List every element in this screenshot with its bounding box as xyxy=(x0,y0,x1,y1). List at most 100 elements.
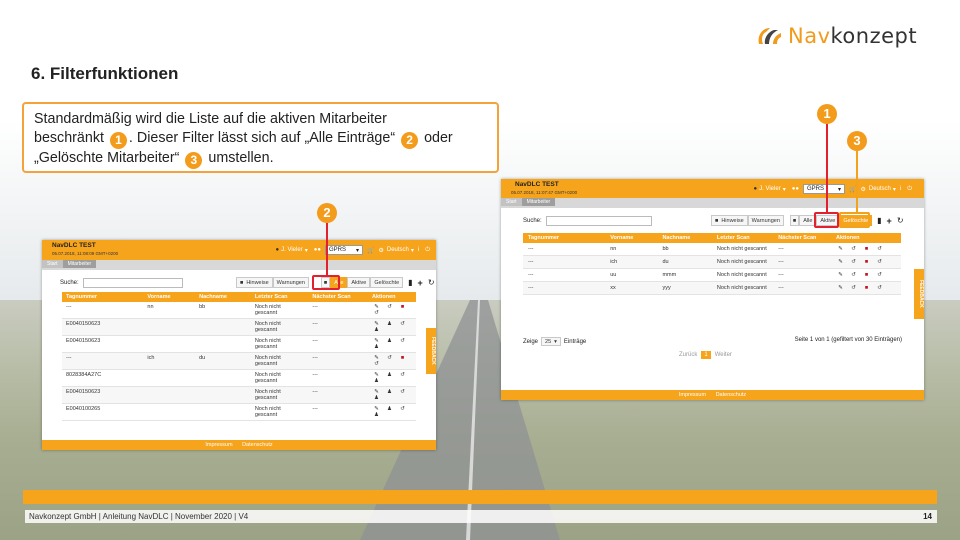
restore-icon[interactable]: ↺ xyxy=(398,338,407,344)
power-icon[interactable]: ⏻ xyxy=(907,186,912,193)
history-icon[interactable]: ↺ xyxy=(875,272,884,278)
user-icon[interactable]: ♟ xyxy=(372,378,381,384)
assign-user-icon[interactable]: ♟ xyxy=(385,406,394,412)
add-icon[interactable]: + xyxy=(887,216,892,226)
warnings-toggle[interactable]: Warnungen xyxy=(747,215,784,226)
footer-datenschutz-link[interactable]: Datenschutz xyxy=(716,392,747,398)
column-header-letzter-scan[interactable]: Letzter Scan xyxy=(711,233,774,243)
language-menu[interactable]: Deutsch xyxy=(387,247,409,253)
reset-icon[interactable]: ↺ xyxy=(385,304,394,310)
assign-user-icon[interactable]: ♟ xyxy=(385,372,394,378)
user-menu[interactable]: J. Vieler xyxy=(281,247,303,253)
edit-icon[interactable]: ✎ xyxy=(836,246,845,252)
history-icon[interactable]: ↺ xyxy=(372,310,381,316)
table-row[interactable]: --- nn bb Noch nicht gescannt --- ✎ ↺ ■ ↺ xyxy=(62,302,416,319)
table-row[interactable]: E0040150623 Noch nicht gescannt --- ✎ ♟ ↺ ♟ xyxy=(62,318,416,336)
table-row[interactable]: --- nn bb Noch nicht gescannt --- ✎ ↺ ■ ↺ xyxy=(523,243,901,256)
refresh-icon[interactable]: ↻ xyxy=(428,278,435,287)
user-icon[interactable]: ♟ xyxy=(372,344,381,350)
column-header-nachname[interactable]: Nachname xyxy=(657,233,712,243)
warnings-toggle[interactable]: Warnungen xyxy=(272,277,309,288)
history-icon[interactable]: ↺ xyxy=(875,259,884,265)
edit-icon[interactable]: ✎ xyxy=(836,272,845,278)
feedback-tab[interactable]: FEEDBACK xyxy=(914,269,924,319)
delete-icon[interactable]: ■ xyxy=(398,355,407,361)
language-menu[interactable]: Deutsch xyxy=(869,186,891,192)
user-menu[interactable]: J. Vieler xyxy=(759,186,781,192)
pagination-current[interactable]: 1 xyxy=(701,351,711,359)
add-icon[interactable]: + xyxy=(418,278,423,288)
hints-toggle[interactable]: ■ Hinweise xyxy=(711,215,748,226)
export-file-icon[interactable]: ▮ xyxy=(877,216,881,225)
user-icon[interactable]: ♟ xyxy=(372,412,381,418)
column-header-tagnummer[interactable]: Tagnummer xyxy=(523,233,606,243)
hints-toggle[interactable]: ■ Hinweise xyxy=(236,277,273,288)
reset-icon[interactable]: ↺ xyxy=(849,259,858,265)
search-input[interactable] xyxy=(82,278,183,288)
footer-datenschutz-link[interactable]: Datenschutz xyxy=(242,442,273,448)
delete-icon[interactable]: ■ xyxy=(398,304,407,310)
table-row[interactable]: E0040100265 Noch nicht gescannt --- ✎ ♟ ↺ ♟ xyxy=(62,403,416,421)
assign-user-icon[interactable]: ♟ xyxy=(385,389,394,395)
column-header-tagnummer[interactable]: Tagnummer xyxy=(62,292,144,302)
footer-impressum-link[interactable]: Impressum xyxy=(205,442,232,448)
column-header-vorname[interactable]: Vorname xyxy=(605,233,658,243)
delete-icon[interactable]: ■ xyxy=(862,259,871,265)
breadcrumb-start[interactable]: Start xyxy=(42,260,63,268)
gear-icon[interactable]: ⚙ xyxy=(378,247,383,254)
edit-icon[interactable]: ✎ xyxy=(836,259,845,265)
history-icon[interactable]: ↺ xyxy=(372,361,381,367)
gprs-select[interactable]: GPRS ▾ xyxy=(802,184,845,194)
reset-icon[interactable]: ↺ xyxy=(849,285,858,291)
table-row[interactable]: --- ich du Noch nicht gescannt --- ✎ ↺ ■ ↺ xyxy=(62,352,416,370)
column-header-naechster-scan[interactable]: Nächster Scan xyxy=(773,233,831,243)
restore-icon[interactable]: ↺ xyxy=(398,321,407,327)
gear-icon[interactable]: ⚙ xyxy=(860,186,865,193)
delete-icon[interactable]: ■ xyxy=(862,285,871,291)
cart-icon[interactable]: 🛒 xyxy=(367,247,374,254)
assign-user-icon[interactable]: ♟ xyxy=(385,338,394,344)
gprs-select[interactable]: GPRS ▾ xyxy=(324,245,363,255)
history-icon[interactable]: ↺ xyxy=(875,285,884,291)
table-row[interactable]: 8028384A27C Noch nicht gescannt --- ✎ ♟ ↺ ♟ xyxy=(62,369,416,387)
user-icon[interactable]: ♟ xyxy=(372,327,381,333)
delete-icon[interactable]: ■ xyxy=(862,272,871,278)
reset-icon[interactable]: ↺ xyxy=(849,272,858,278)
pagination-prev[interactable]: Zurück xyxy=(679,352,697,358)
search-input[interactable] xyxy=(545,216,652,226)
power-icon[interactable]: ⏻ xyxy=(425,247,430,254)
breadcrumb-start[interactable]: Start xyxy=(501,198,522,206)
history-icon[interactable]: ↺ xyxy=(875,246,884,252)
filter-active-button[interactable]: Aktive xyxy=(347,277,371,288)
column-header-naechster-scan[interactable]: Nächster Scan xyxy=(308,292,368,302)
delete-icon[interactable]: ■ xyxy=(862,246,871,252)
column-header-nachname[interactable]: Nachname xyxy=(195,292,251,302)
info-icon[interactable]: i xyxy=(900,186,901,192)
feedback-tab[interactable]: FEEDBACK xyxy=(426,328,436,374)
refresh-icon[interactable]: ↻ xyxy=(897,216,904,225)
filter-deleted-button[interactable]: Gelöschte xyxy=(370,277,404,288)
table-row[interactable]: E0040150623 Noch nicht gescannt --- ✎ ♟ ↺ ♟ xyxy=(62,386,416,404)
column-header-vorname[interactable]: Vorname xyxy=(143,292,196,302)
table-row[interactable]: --- xx yyy Noch nicht gescannt --- ✎ ↺ ■ ↺ xyxy=(523,281,901,295)
reset-icon[interactable]: ↺ xyxy=(849,246,858,252)
info-icon[interactable]: i xyxy=(418,247,419,253)
table-row[interactable]: --- ich du Noch nicht gescannt --- ✎ ↺ ■ ↺ xyxy=(523,255,901,269)
table-row[interactable]: --- uu mmm Noch nicht gescannt --- ✎ ↺ ■ ↺ xyxy=(523,268,901,282)
restore-icon[interactable]: ↺ xyxy=(398,389,407,395)
filter-icon-button[interactable]: ■ xyxy=(789,215,800,226)
assign-user-icon[interactable]: ♟ xyxy=(385,321,394,327)
pagination-next[interactable]: Weiter xyxy=(715,352,732,358)
page-size-select[interactable]: 25 ▾ xyxy=(541,337,561,346)
table-row[interactable]: E0040150623 Noch nicht gescannt --- ✎ ♟ ↺ ♟ xyxy=(62,335,416,353)
restore-icon[interactable]: ↺ xyxy=(398,372,407,378)
edit-icon[interactable]: ✎ xyxy=(836,285,845,291)
export-file-icon[interactable]: ▮ xyxy=(408,278,412,287)
breadcrumb-mitarbeiter[interactable]: Mitarbeiter xyxy=(521,198,556,206)
user-icon[interactable]: ♟ xyxy=(372,395,381,401)
restore-icon[interactable]: ↺ xyxy=(398,406,407,412)
reset-icon[interactable]: ↺ xyxy=(385,355,394,361)
column-header-letzter-scan[interactable]: Letzter Scan xyxy=(250,292,309,302)
footer-impressum-link[interactable]: Impressum xyxy=(679,392,706,398)
breadcrumb-mitarbeiter[interactable]: Mitarbeiter xyxy=(62,260,97,268)
